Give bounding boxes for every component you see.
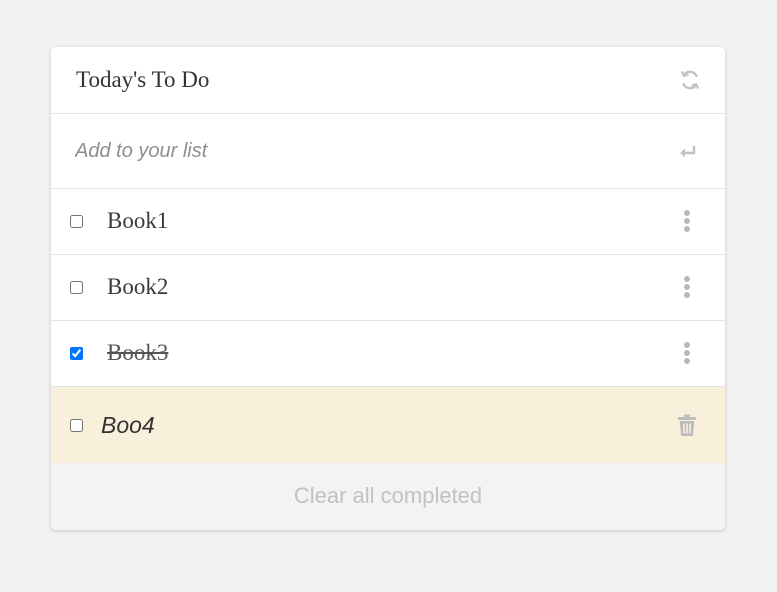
add-item-input[interactable] [75,136,635,166]
item-checkbox[interactable] [70,281,83,294]
todo-card: Today's To Do Book1 Book2 Book3 [51,47,725,530]
enter-icon[interactable] [677,142,697,162]
page-title: Today's To Do [76,67,210,92]
trash-icon[interactable] [678,414,696,436]
list-item: Book1 [51,189,725,255]
item-label[interactable]: Book2 [107,274,168,300]
item-label[interactable]: Book3 [107,340,168,366]
more-vertical-icon[interactable] [679,276,695,300]
card-footer: Clear all completed [51,463,725,530]
more-vertical-icon[interactable] [679,210,695,234]
list-item: Book3 [51,321,725,387]
more-vertical-icon[interactable] [679,342,695,366]
item-checkbox[interactable] [70,419,83,432]
card-header: Today's To Do [51,47,725,114]
item-checkbox[interactable] [70,347,83,360]
item-checkbox[interactable] [70,215,83,228]
refresh-icon[interactable] [679,69,701,91]
list-item: Book2 [51,255,725,321]
item-edit-input[interactable] [101,410,621,440]
clear-completed-button[interactable]: Clear all completed [294,483,482,509]
list-item-editing [51,387,725,465]
add-item-row [51,114,725,189]
item-label[interactable]: Book1 [107,208,168,234]
